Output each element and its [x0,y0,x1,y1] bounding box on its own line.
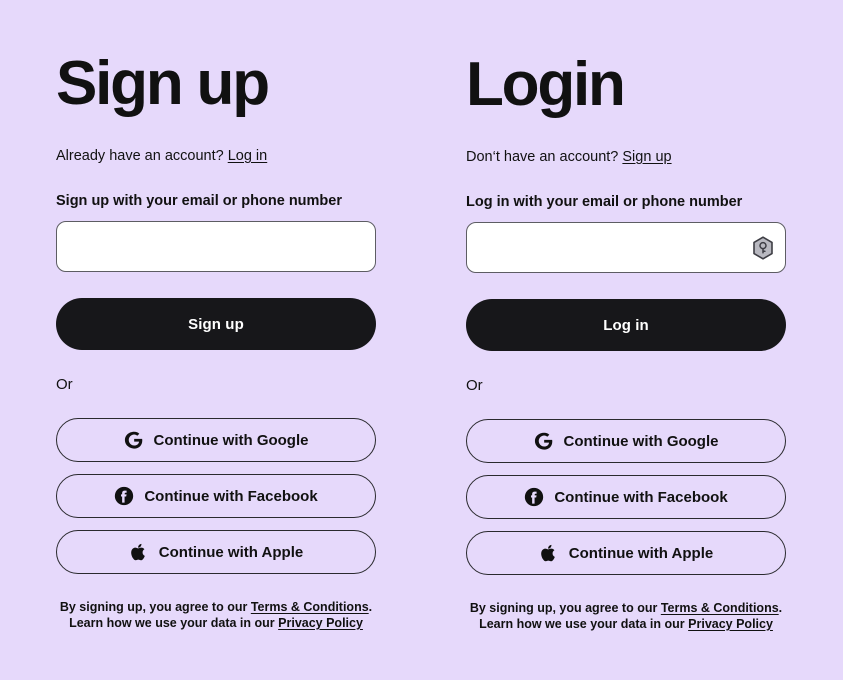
signup-continue-with-facebook-button[interactable]: Continue with Facebook [56,474,376,518]
login-privacy-link[interactable]: Privacy Policy [688,617,773,631]
login-field-label: Log in with your email or phone number [466,194,743,210]
login-facebook-button-label: Continue with Facebook [554,488,728,506]
google-icon [534,431,554,451]
login-continue-with-google-button[interactable]: Continue with Google [466,419,786,463]
login-legal-part1: By signing up, you agree to our [469,601,661,615]
login-continue-with-apple-button[interactable]: Continue with Apple [466,531,786,575]
signup-google-button-label: Continue with Google [153,431,309,449]
signup-privacy-link[interactable]: Privacy Policy [278,616,363,630]
login-switch-signup-link[interactable]: Sign up [622,149,671,165]
signup-continue-with-apple-button[interactable]: Continue with Apple [56,530,376,574]
signup-terms-link[interactable]: Terms & Conditions [251,600,369,614]
login-google-button-label: Continue with Google [563,432,719,450]
signup-switch-prompt: Already have an account? [56,148,224,164]
signup-switch-login-link[interactable]: Log in [228,148,268,164]
login-input-wrapper [466,222,786,273]
login-switch-line: Don‘t have an account? Sign up [466,148,672,167]
login-email-or-phone-input[interactable] [466,222,786,273]
signup-or-label: Or [56,376,73,393]
login-social-button-list: Continue with Google Continue with Faceb… [466,419,786,575]
login-apple-button-label: Continue with Apple [568,544,714,562]
signup-legal-text: By signing up, you agree to our Terms & … [56,599,376,631]
signup-page-title: Sign up [56,49,270,118]
google-icon [124,430,144,450]
apple-icon [129,542,149,562]
apple-icon [539,543,559,563]
password-key-badge-icon[interactable] [752,235,774,260]
signup-apple-button-label: Continue with Apple [158,543,304,561]
signup-facebook-button-label: Continue with Facebook [144,487,318,505]
signup-input-wrapper [56,221,376,272]
auth-page: Sign up Already have an account? Log in … [0,0,843,680]
signup-social-button-list: Continue with Google Continue with Faceb… [56,418,376,574]
login-switch-prompt: Don‘t have an account? [466,149,619,165]
login-legal-text: By signing up, you agree to our Terms & … [466,600,786,632]
signup-field-label: Sign up with your email or phone number [56,193,342,209]
login-panel: Login Don‘t have an account? Sign up Log… [410,0,821,680]
login-or-label: Or [466,377,483,394]
signup-submit-button[interactable]: Sign up [56,298,376,350]
signup-panel: Sign up Already have an account? Log in … [0,0,411,680]
signup-legal-part1: By signing up, you agree to our [59,600,251,614]
login-submit-button[interactable]: Log in [466,299,786,351]
login-continue-with-facebook-button[interactable]: Continue with Facebook [466,475,786,519]
facebook-icon [114,486,134,506]
signup-continue-with-google-button[interactable]: Continue with Google [56,418,376,462]
facebook-icon [524,487,544,507]
signup-email-or-phone-input[interactable] [56,221,376,272]
login-terms-link[interactable]: Terms & Conditions [661,601,779,615]
login-page-title: Login [466,50,626,119]
signup-switch-line: Already have an account? Log in [56,147,267,166]
